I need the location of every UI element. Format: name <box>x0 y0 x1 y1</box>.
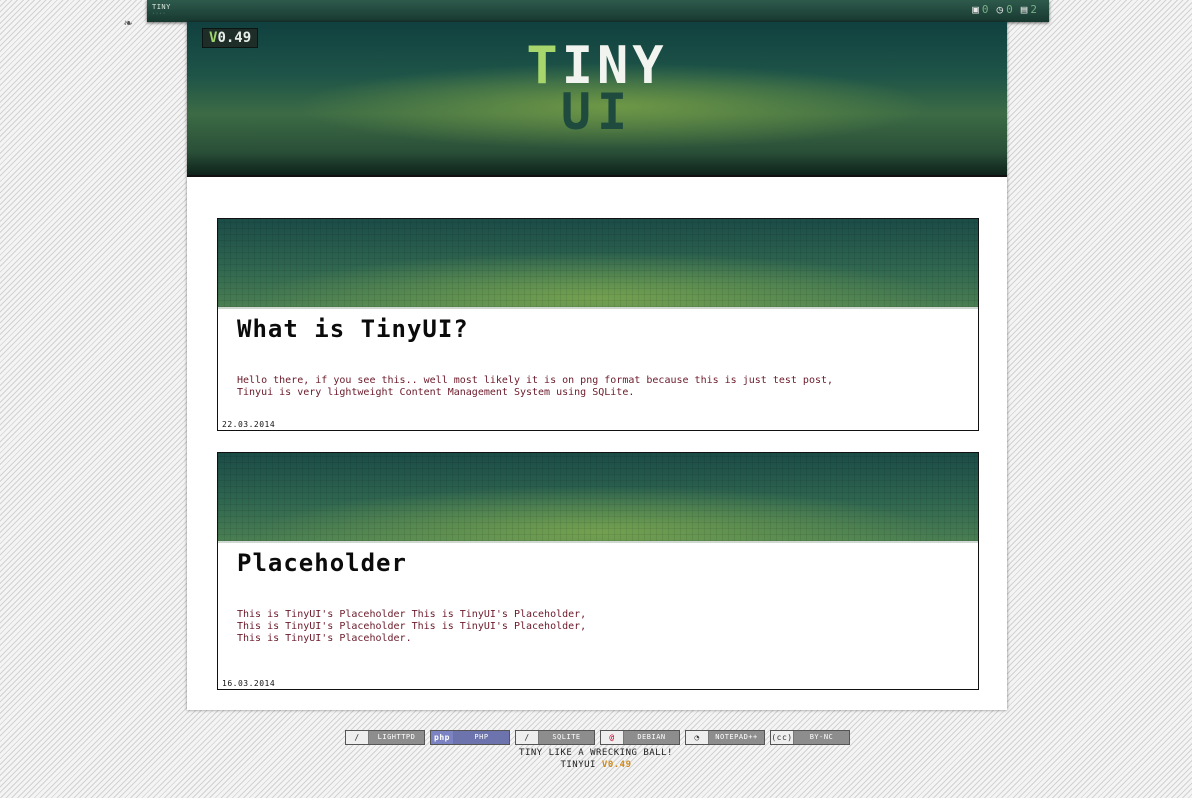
stat-saves[interactable]: ▣ 0 <box>972 3 988 16</box>
post-card: What is TinyUI? Hello there, if you see … <box>217 218 979 431</box>
badge-label: LIGHTTPD <box>369 731 424 744</box>
badge-label: SQLITE <box>539 731 594 744</box>
badge-php[interactable]: php PHP <box>430 730 510 745</box>
topbar-brand[interactable]: TINY ···· <box>152 3 171 17</box>
save-icon: ▣ <box>972 3 979 16</box>
brand-dots-decoration: ···· <box>152 11 167 17</box>
footer-name: TINYUI <box>560 760 596 770</box>
top-bar: TINY ···· ▣ 0 ◷ 0 ▤ 2 <box>147 0 1049 22</box>
badge-debian[interactable]: @ DEBIAN <box>600 730 680 745</box>
post-body: Hello there, if you see this.. well most… <box>237 375 834 398</box>
badge-sqlite[interactable]: ∕ SQLITE <box>515 730 595 745</box>
stat-saves-value: 0 <box>981 3 989 16</box>
post-title[interactable]: What is TinyUI? <box>237 315 469 343</box>
badge-label: NOTEPAD++ <box>709 731 764 744</box>
badge-license[interactable]: (cc) BY-NC <box>770 730 850 745</box>
footer-version: V0.49 <box>602 760 632 770</box>
php-logo-icon: php <box>431 731 454 744</box>
post-banner <box>218 219 978 309</box>
footer-version-number: 0.49 <box>607 760 632 770</box>
post-banner <box>218 453 978 543</box>
chameleon-icon: ◔ <box>686 731 709 744</box>
badge-notepadpp[interactable]: ◔ NOTEPAD++ <box>685 730 765 745</box>
stat-posts[interactable]: ▤ 2 <box>1021 3 1037 16</box>
document-icon: ▤ <box>1020 3 1028 16</box>
topbar-brand-label: TINY <box>152 3 171 11</box>
site-header: V0.49 TINY UI <box>187 22 1007 177</box>
footer-badges: ∕ LIGHTTPD php PHP ∕ SQLITE @ DEBIAN ◔ N… <box>345 730 850 745</box>
page-container: V0.49 TINY UI What is TinyUI? Hello ther… <box>187 22 1007 710</box>
clock-icon: ◷ <box>996 3 1004 16</box>
stat-posts-value: 2 <box>1030 3 1037 16</box>
post-title[interactable]: Placeholder <box>237 549 407 577</box>
post-date: 16.03.2014 <box>222 679 276 688</box>
stat-time-value: 0 <box>1006 3 1013 16</box>
badge-label: BY-NC <box>794 731 849 744</box>
debian-swirl-icon: @ <box>601 731 624 744</box>
badge-label: PHP <box>454 731 509 744</box>
post-date: 22.03.2014 <box>222 420 276 429</box>
post-card: Placeholder This is TinyUI's Placeholder… <box>217 452 979 690</box>
topbar-stats: ▣ 0 ◷ 0 ▤ 2 <box>972 3 1037 16</box>
footer-tagline: TINY LIKE A WRECKING BALL! <box>519 748 673 758</box>
badge-lighttpd[interactable]: ∕ LIGHTTPD <box>345 730 425 745</box>
bird-decoration-icon: ❧ <box>124 15 133 31</box>
stat-time[interactable]: ◷ 0 <box>997 3 1013 16</box>
footer-version-line: TINYUI V0.49 <box>0 760 1192 770</box>
feather-icon: ∕ <box>346 731 369 744</box>
post-body: This is TinyUI's Placeholder This is Tin… <box>237 609 587 644</box>
badge-label: DEBIAN <box>624 731 679 744</box>
creative-commons-icon: (cc) <box>771 731 794 744</box>
logo-subtitle: UI <box>560 83 634 141</box>
feather-icon: ∕ <box>516 731 539 744</box>
